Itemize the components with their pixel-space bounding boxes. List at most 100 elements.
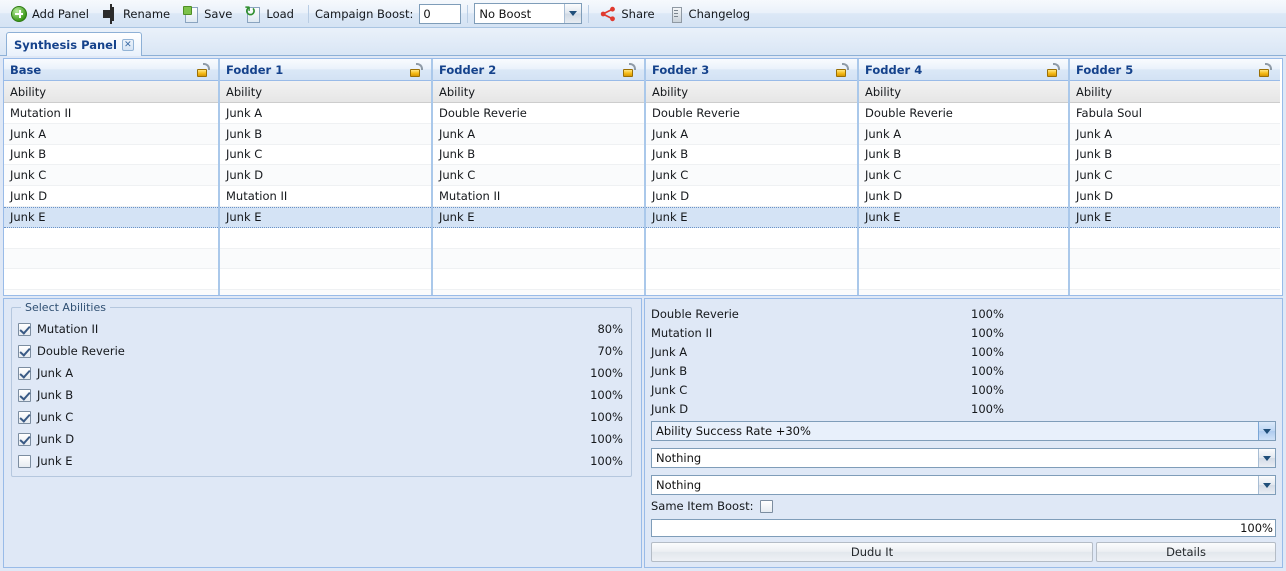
chevron-down-icon[interactable] [1258,422,1275,440]
grid-row-empty[interactable] [859,227,1068,249]
grid-row[interactable]: Junk D [646,186,857,207]
grid-row-empty[interactable] [4,227,218,249]
grid-row-empty[interactable] [220,290,431,295]
grid-row[interactable]: Junk C [220,144,431,166]
grid-row[interactable]: Junk D [859,186,1068,207]
unlocked-padlock-icon[interactable] [835,62,849,77]
grid-row[interactable]: Mutation II [4,103,218,124]
chevron-down-icon[interactable] [564,4,582,23]
unlocked-padlock-icon[interactable] [1258,62,1272,77]
grid-row-empty[interactable] [859,248,1068,270]
grid-row-empty[interactable] [646,290,857,295]
grid-row[interactable]: Mutation II [220,186,431,207]
grid-row[interactable]: Junk C [433,165,644,187]
grid-row[interactable]: Junk A [646,123,857,145]
grid-row-empty[interactable] [4,248,218,270]
dudu-it-button[interactable]: Dudu It [651,542,1093,562]
grid-row-empty[interactable] [646,269,857,291]
grid-column-header[interactable]: Base [4,59,218,81]
grid-row[interactable]: Junk C [1070,165,1280,187]
ability-checkbox-row[interactable]: Junk D 100% [18,428,623,450]
ability-checkbox-row[interactable]: Mutation II 80% [18,318,623,340]
grid-row[interactable]: Double Reverie [646,103,857,124]
grid-row-empty[interactable] [433,290,644,295]
ability-checkbox-row[interactable]: Junk A 100% [18,362,623,384]
grid-row[interactable]: Junk B [859,144,1068,166]
add-panel-button[interactable]: Add Panel [6,3,97,25]
grid-row-empty[interactable] [220,269,431,291]
total-percent-field[interactable]: 100% [651,519,1276,537]
ability-checkbox[interactable] [18,388,31,402]
grid-row[interactable]: Junk C [859,165,1068,187]
grid-row[interactable]: Junk B [220,123,431,145]
unlocked-padlock-icon[interactable] [196,62,210,77]
rename-button[interactable]: Rename [97,3,178,25]
grid-subheader-ability[interactable]: Ability [646,81,857,103]
grid-row[interactable]: Junk B [646,144,857,166]
grid-row[interactable]: Junk B [4,144,218,166]
grid-row[interactable]: Junk B [433,144,644,166]
grid-row-empty[interactable] [859,269,1068,291]
grid-column-header[interactable]: Fodder 5 [1070,59,1280,81]
share-button[interactable]: Share [595,3,662,25]
ability-checkbox-row[interactable]: Junk B 100% [18,384,623,406]
load-button[interactable]: Load [240,3,302,25]
grid-row[interactable]: Junk D [1070,186,1280,207]
grid-row-empty[interactable] [646,248,857,270]
grid-subheader-ability[interactable]: Ability [220,81,431,103]
campaign-boost-input[interactable] [419,3,462,24]
grid-row[interactable]: Junk E [859,206,1068,228]
grid-subheader-ability[interactable]: Ability [1070,81,1280,103]
close-icon[interactable]: ✕ [121,38,134,51]
grid-row-empty[interactable] [1070,248,1280,270]
grid-row[interactable]: Double Reverie [433,103,644,124]
grid-row[interactable]: Junk A [4,123,218,145]
grid-row-empty[interactable] [220,227,431,249]
grid-column-header[interactable]: Fodder 4 [859,59,1068,81]
ability-checkbox[interactable] [18,366,31,380]
grid-row-empty[interactable] [4,290,218,295]
ability-checkbox-row[interactable]: Junk C 100% [18,406,623,428]
grid-row[interactable]: Junk A [220,103,431,124]
bonus-select-2[interactable]: Nothing [651,448,1276,468]
ability-checkbox-row[interactable]: Double Reverie 70% [18,340,623,362]
tab-synthesis-panel[interactable]: Synthesis Panel ✕ [6,32,142,56]
grid-row[interactable]: Junk D [220,165,431,187]
save-button[interactable]: Save [178,3,240,25]
grid-row[interactable]: Mutation II [433,186,644,207]
changelog-button[interactable]: Changelog [663,3,759,25]
grid-row-empty[interactable] [433,227,644,249]
grid-column-header[interactable]: Fodder 3 [646,59,857,81]
grid-row-empty[interactable] [4,269,218,291]
grid-row-empty[interactable] [1070,269,1280,291]
grid-row-empty[interactable] [433,269,644,291]
grid-row[interactable]: Junk A [859,123,1068,145]
chevron-down-icon[interactable] [1258,449,1275,467]
grid-row[interactable]: Junk E [220,206,431,228]
bonus-select-1[interactable]: Ability Success Rate +30% [651,421,1276,441]
grid-row[interactable]: Junk B [1070,144,1280,166]
grid-row[interactable]: Junk E [4,206,218,228]
grid-row[interactable]: Double Reverie [859,103,1068,124]
same-item-boost-checkbox[interactable] [760,499,774,513]
grid-row[interactable]: Junk E [433,206,644,228]
details-button[interactable]: Details [1096,542,1276,562]
ability-checkbox[interactable] [18,454,31,468]
grid-row[interactable]: Junk C [646,165,857,187]
grid-row-empty[interactable] [220,248,431,270]
chevron-down-icon[interactable] [1258,476,1275,494]
grid-row[interactable]: Junk A [1070,123,1280,145]
boost-type-select[interactable]: No Boost [474,3,583,24]
unlocked-padlock-icon[interactable] [409,62,423,77]
grid-row[interactable]: Junk E [646,206,857,228]
grid-row-empty[interactable] [433,248,644,270]
grid-row[interactable]: Junk D [4,186,218,207]
grid-row-empty[interactable] [859,290,1068,295]
bonus-select-3[interactable]: Nothing [651,475,1276,495]
grid-column-header[interactable]: Fodder 2 [433,59,644,81]
ability-checkbox[interactable] [18,322,31,336]
grid-row[interactable]: Fabula Soul [1070,103,1280,124]
grid-subheader-ability[interactable]: Ability [433,81,644,103]
grid-row[interactable]: Junk E [1070,206,1280,228]
grid-row-empty[interactable] [646,227,857,249]
